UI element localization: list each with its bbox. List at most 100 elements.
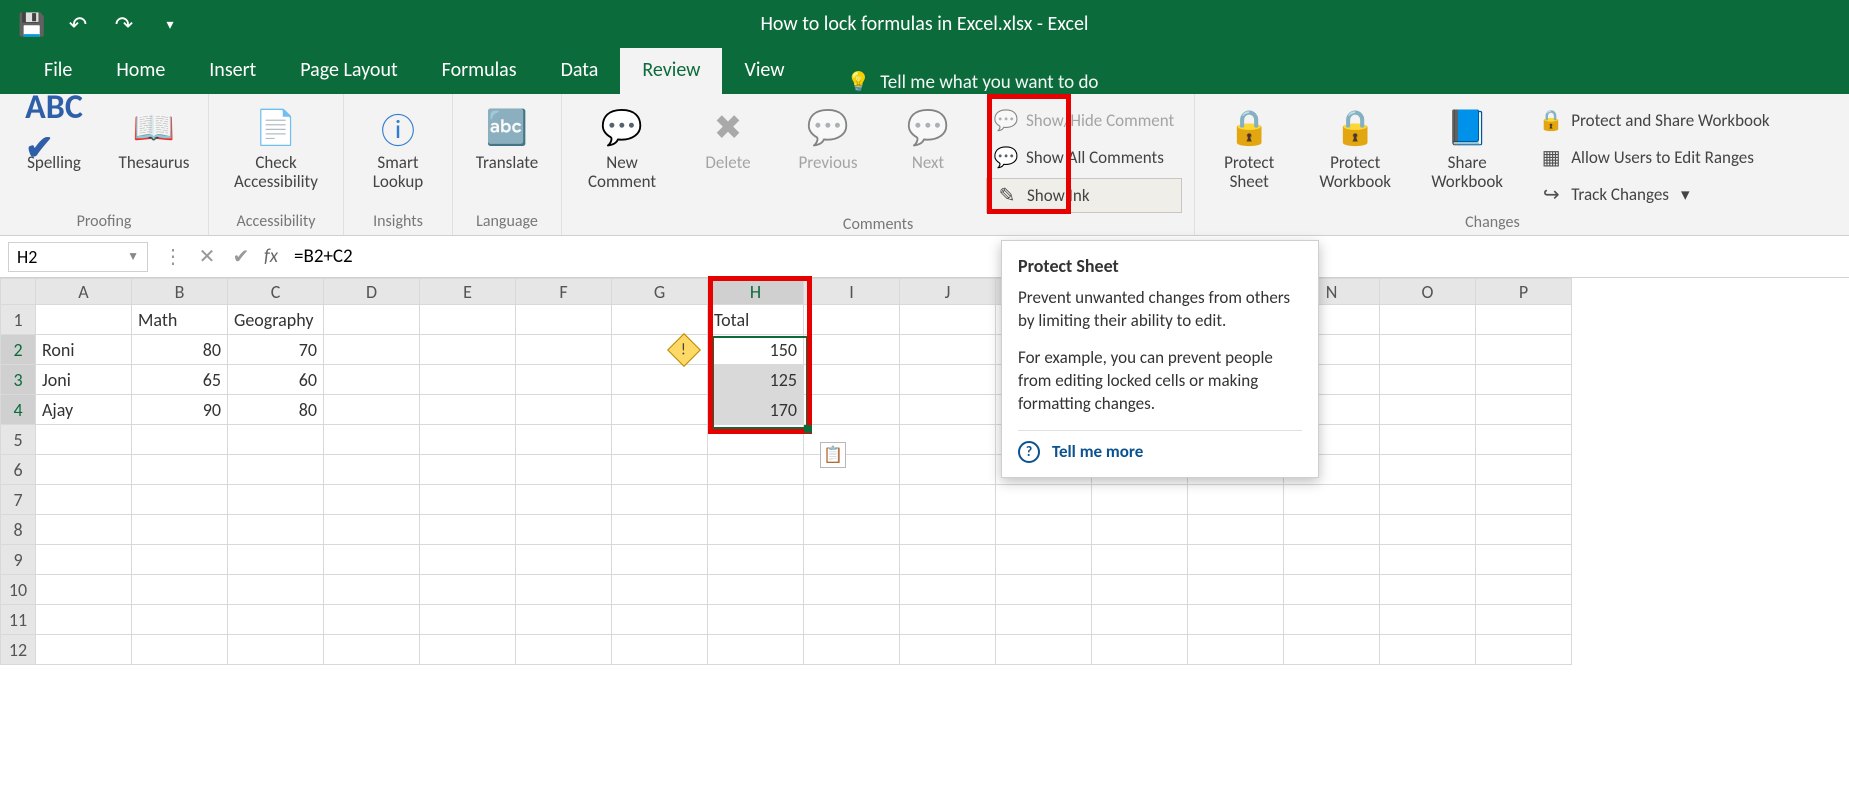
next-comment-button[interactable]: 💬 Next: [886, 100, 970, 173]
cell-C8[interactable]: [228, 515, 324, 545]
cell-A7[interactable]: [36, 485, 132, 515]
cell-P8[interactable]: [1476, 515, 1572, 545]
cell-G6[interactable]: [612, 455, 708, 485]
cell-P4[interactable]: [1476, 395, 1572, 425]
cell-N9[interactable]: [1284, 545, 1380, 575]
cell-O5[interactable]: [1380, 425, 1476, 455]
row-header-3[interactable]: 3: [1, 365, 36, 395]
track-changes-button[interactable]: ↪ Track Changes▾: [1531, 178, 1777, 211]
cell-E2[interactable]: [420, 335, 516, 365]
cell-F9[interactable]: [516, 545, 612, 575]
tab-review[interactable]: Review: [620, 48, 722, 94]
cell-A2[interactable]: Roni: [36, 335, 132, 365]
cell-F12[interactable]: [516, 635, 612, 665]
cell-G1[interactable]: [612, 305, 708, 335]
cell-I2[interactable]: [804, 335, 900, 365]
col-header-J[interactable]: J: [900, 279, 996, 305]
col-header-P[interactable]: P: [1476, 279, 1572, 305]
tell-me-more-link[interactable]: ? Tell me more: [1018, 441, 1302, 463]
options-icon[interactable]: ⋮: [156, 244, 190, 269]
allow-users-edit-button[interactable]: ▦ Allow Users to Edit Ranges: [1531, 141, 1777, 174]
cell-O1[interactable]: [1380, 305, 1476, 335]
cell-F3[interactable]: [516, 365, 612, 395]
row-header-11[interactable]: 11: [1, 605, 36, 635]
cell-N7[interactable]: [1284, 485, 1380, 515]
cell-C7[interactable]: [228, 485, 324, 515]
cell-F1[interactable]: [516, 305, 612, 335]
previous-comment-button[interactable]: 💬 Previous: [786, 100, 870, 173]
tab-data[interactable]: Data: [539, 48, 621, 94]
cell-F7[interactable]: [516, 485, 612, 515]
cell-P12[interactable]: [1476, 635, 1572, 665]
name-box[interactable]: H2 ▼: [8, 242, 148, 272]
cell-F6[interactable]: [516, 455, 612, 485]
cell-H8[interactable]: [708, 515, 804, 545]
cell-F10[interactable]: [516, 575, 612, 605]
cell-M11[interactable]: [1188, 605, 1284, 635]
paste-options-icon[interactable]: 📋: [820, 442, 846, 468]
cell-A6[interactable]: [36, 455, 132, 485]
cancel-icon[interactable]: ✕: [190, 244, 224, 269]
cell-N8[interactable]: [1284, 515, 1380, 545]
cell-O4[interactable]: [1380, 395, 1476, 425]
cell-I5[interactable]: [804, 425, 900, 455]
cell-I9[interactable]: [804, 545, 900, 575]
cell-L8[interactable]: [1092, 515, 1188, 545]
cell-A8[interactable]: [36, 515, 132, 545]
cell-H7[interactable]: [708, 485, 804, 515]
cell-C10[interactable]: [228, 575, 324, 605]
cell-I8[interactable]: [804, 515, 900, 545]
cell-B12[interactable]: [132, 635, 228, 665]
cell-G4[interactable]: [612, 395, 708, 425]
show-hide-comment-button[interactable]: 💬 Show/Hide Comment: [986, 104, 1182, 137]
cell-E8[interactable]: [420, 515, 516, 545]
cell-D2[interactable]: [324, 335, 420, 365]
cell-A10[interactable]: [36, 575, 132, 605]
cell-E7[interactable]: [420, 485, 516, 515]
cell-E10[interactable]: [420, 575, 516, 605]
cell-H6[interactable]: [708, 455, 804, 485]
cell-E3[interactable]: [420, 365, 516, 395]
cell-B8[interactable]: [132, 515, 228, 545]
cell-O8[interactable]: [1380, 515, 1476, 545]
cell-B6[interactable]: [132, 455, 228, 485]
cell-K12[interactable]: [996, 635, 1092, 665]
cell-F4[interactable]: [516, 395, 612, 425]
tell-me-search[interactable]: 💡 Tell me what you want to do: [847, 70, 1099, 94]
protect-sheet-button[interactable]: 🔒 Protect Sheet: [1207, 100, 1291, 191]
row-header-7[interactable]: 7: [1, 485, 36, 515]
smart-lookup-button[interactable]: ⓘ Smart Lookup: [356, 100, 440, 191]
cell-P5[interactable]: [1476, 425, 1572, 455]
col-header-F[interactable]: F: [516, 279, 612, 305]
cell-N10[interactable]: [1284, 575, 1380, 605]
cell-J11[interactable]: [900, 605, 996, 635]
cell-D3[interactable]: [324, 365, 420, 395]
tab-view[interactable]: View: [722, 48, 806, 94]
cell-G5[interactable]: [612, 425, 708, 455]
cell-J7[interactable]: [900, 485, 996, 515]
cell-F8[interactable]: [516, 515, 612, 545]
cell-G3[interactable]: [612, 365, 708, 395]
cell-B9[interactable]: [132, 545, 228, 575]
cell-O3[interactable]: [1380, 365, 1476, 395]
cell-C12[interactable]: [228, 635, 324, 665]
col-header-A[interactable]: A: [36, 279, 132, 305]
cell-M7[interactable]: [1188, 485, 1284, 515]
cell-D4[interactable]: [324, 395, 420, 425]
cell-H4[interactable]: 170: [708, 395, 804, 425]
cell-A9[interactable]: [36, 545, 132, 575]
col-header-D[interactable]: D: [324, 279, 420, 305]
cell-L7[interactable]: [1092, 485, 1188, 515]
dropdown-icon[interactable]: ▼: [127, 249, 139, 264]
cell-I4[interactable]: [804, 395, 900, 425]
col-header-C[interactable]: C: [228, 279, 324, 305]
row-header-12[interactable]: 12: [1, 635, 36, 665]
row-header-5[interactable]: 5: [1, 425, 36, 455]
cell-J8[interactable]: [900, 515, 996, 545]
cell-J12[interactable]: [900, 635, 996, 665]
cell-O12[interactable]: [1380, 635, 1476, 665]
cell-H1[interactable]: Total: [708, 305, 804, 335]
cell-J2[interactable]: [900, 335, 996, 365]
cell-D9[interactable]: [324, 545, 420, 575]
cell-P10[interactable]: [1476, 575, 1572, 605]
